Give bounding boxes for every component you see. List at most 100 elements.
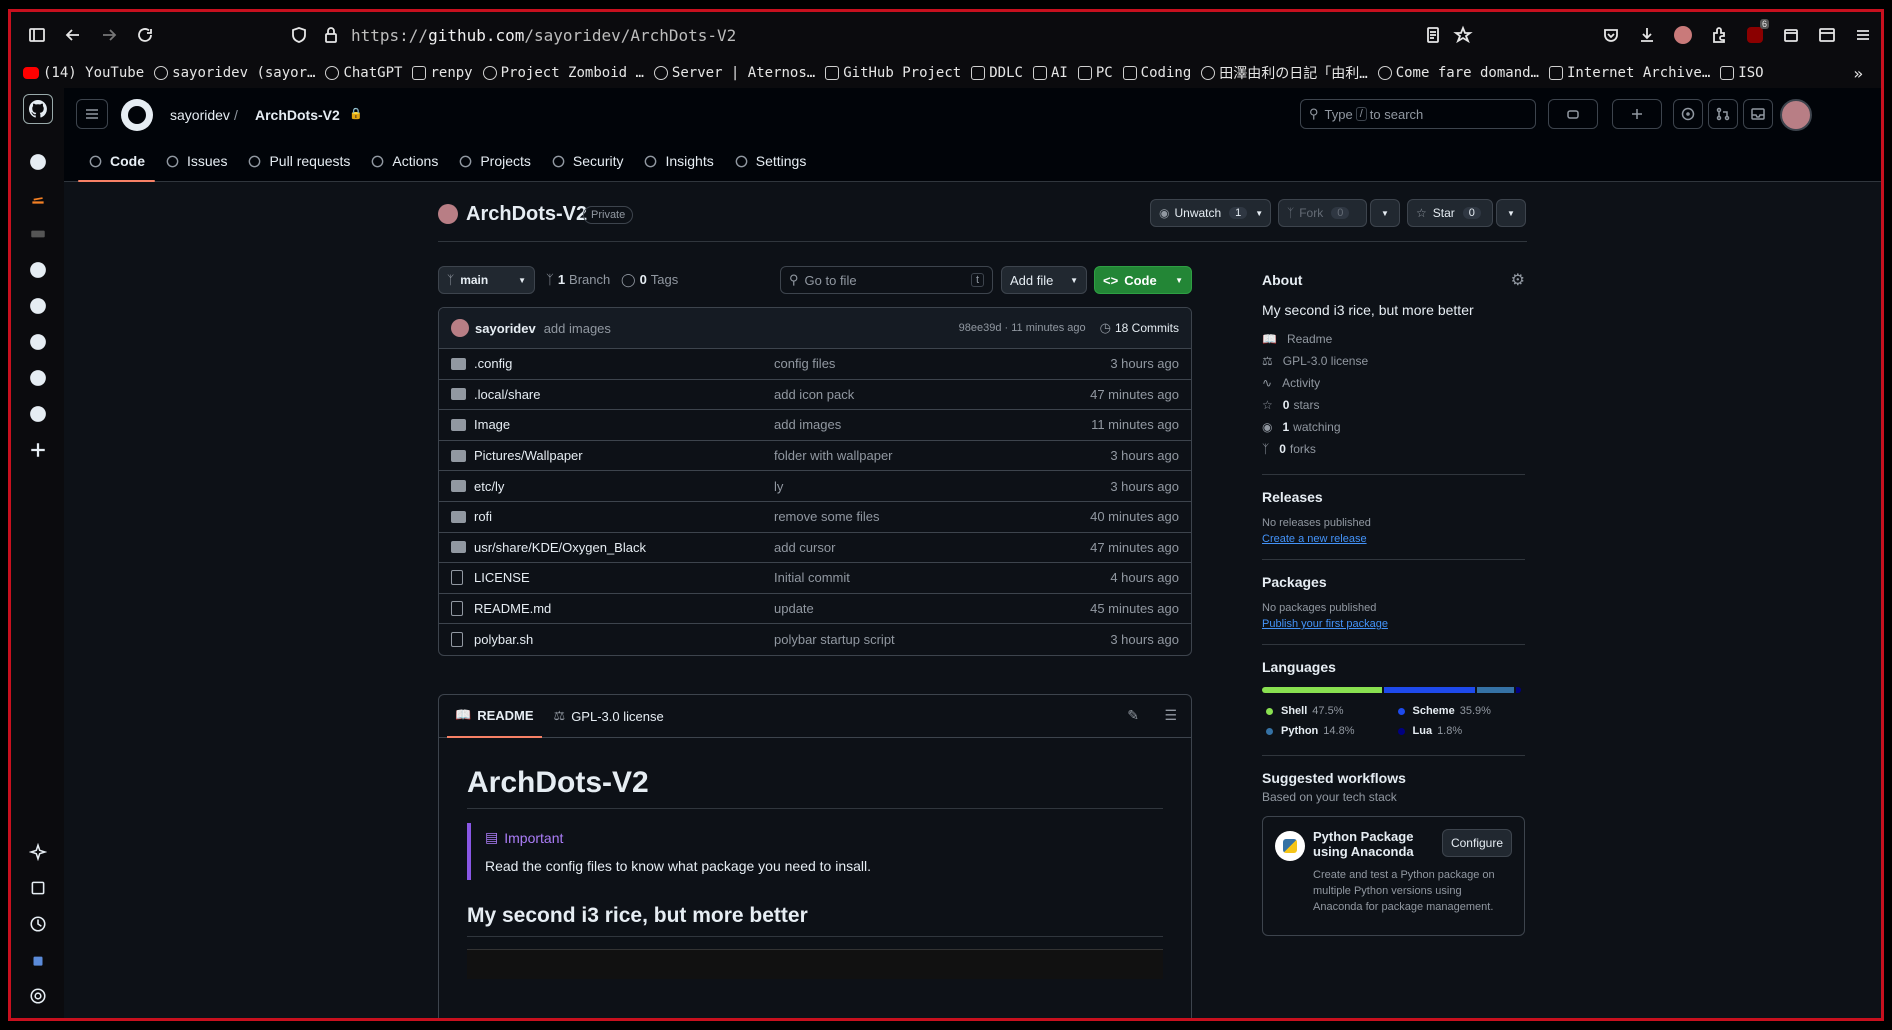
bookmark-item[interactable]: DDLC <box>971 65 1023 81</box>
file-row[interactable]: Image add images 11 minutes ago <box>439 410 1191 441</box>
extensions-icon[interactable] <box>1701 17 1737 53</box>
tab-license[interactable]: ⚖ GPL-3.0 license <box>542 695 676 738</box>
create-new-button[interactable] <box>1612 99 1662 129</box>
bookmark-item[interactable]: sayoridev (sayor… <box>154 65 315 81</box>
file-name-link[interactable]: polybar.sh <box>474 632 774 647</box>
bookmark-item[interactable]: ChatGPT <box>325 65 402 81</box>
sidebar-copilot-icon[interactable] <box>24 400 52 428</box>
file-row[interactable]: etc/ly ly 3 hours ago <box>439 471 1191 502</box>
back-icon[interactable] <box>55 17 91 53</box>
bookmarks-overflow-icon[interactable]: » <box>1853 64 1863 83</box>
fork-button[interactable]: ᛉ Fork 0 <box>1278 199 1367 227</box>
outline-icon[interactable]: ☰ <box>1164 707 1177 724</box>
branch-selector[interactable]: ᛉ main ▼ <box>438 266 535 294</box>
shield-icon[interactable] <box>281 17 317 53</box>
file-row[interactable]: .local/share add icon pack 47 minutes ago <box>439 380 1191 411</box>
sidebar-history-icon[interactable] <box>24 910 52 938</box>
bookmark-item[interactable]: GitHub Project <box>825 65 961 81</box>
file-name-link[interactable]: Pictures/Wallpaper <box>474 448 774 463</box>
sidebar-github-icon[interactable] <box>22 94 53 124</box>
releases-title[interactable]: Releases <box>1262 489 1525 505</box>
tab-settings[interactable]: Settings <box>724 141 817 181</box>
tags-link[interactable]: ◯ 0 Tags <box>621 272 678 288</box>
sidebar-github-6-icon[interactable] <box>24 364 52 392</box>
hamburger-menu-button[interactable] <box>76 99 108 129</box>
edit-icon[interactable]: ✎ <box>1127 707 1139 724</box>
tab-code[interactable]: Code <box>78 141 155 182</box>
tab-readme[interactable]: 📖 README <box>447 695 542 738</box>
file-name-link[interactable]: rofi <box>474 509 774 524</box>
copilot-button[interactable] <box>1548 99 1598 129</box>
file-row[interactable]: usr/share/KDE/Oxygen_Black add cursor 47 m… <box>439 533 1191 564</box>
sidebar-github-5-icon[interactable] <box>24 328 52 356</box>
bookmark-item[interactable]: Come fare domand… <box>1377 65 1539 81</box>
window-icon[interactable] <box>1809 17 1845 53</box>
file-commit-message[interactable]: add cursor <box>774 540 1090 555</box>
readme-link[interactable]: 📖 Readme <box>1262 328 1525 350</box>
tab-insights[interactable]: Insights <box>633 141 723 181</box>
inbox-button[interactable] <box>1743 99 1773 129</box>
commit-hash-time[interactable]: 98ee39d · 11 minutes ago <box>959 322 1086 334</box>
sidebar-github-2-icon[interactable] <box>24 148 52 176</box>
menu-icon[interactable] <box>1845 17 1881 53</box>
go-to-file-input[interactable]: ⚲ Go to file t <box>780 266 993 294</box>
workflow-title[interactable]: Python Package using Anaconda <box>1313 829 1423 859</box>
tab-projects[interactable]: Projects <box>448 141 541 181</box>
tab-pull-requests[interactable]: Pull requests <box>237 141 360 181</box>
language-item[interactable]: Python 14.8% <box>1262 721 1394 741</box>
container-icon[interactable] <box>1773 17 1809 53</box>
tab-security[interactable]: Security <box>541 141 634 181</box>
file-commit-message[interactable]: add images <box>774 417 1091 432</box>
ublock-icon[interactable]: 6 <box>1737 17 1773 53</box>
sidebar-stackoverflow-icon[interactable] <box>24 184 52 212</box>
branches-link[interactable]: ᛉ 1 Branch <box>546 272 610 287</box>
tab-issues[interactable]: Issues <box>155 141 237 181</box>
sidebar-settings-icon[interactable] <box>24 982 52 1010</box>
activity-link[interactable]: ∿ Activity <box>1262 372 1525 394</box>
gear-icon[interactable]: ⚙ <box>1511 270 1525 290</box>
downloads-icon[interactable] <box>1629 17 1665 53</box>
language-item[interactable]: Shell 47.5% <box>1262 701 1394 721</box>
sidebar-toggle-icon[interactable] <box>19 17 55 53</box>
sidebar-m-icon[interactable] <box>24 220 52 248</box>
file-name-link[interactable]: usr/share/KDE/Oxygen_Black <box>474 540 774 555</box>
bookmark-item[interactable]: Coding <box>1122 65 1191 81</box>
bookmark-item[interactable]: Project Zomboid … <box>482 65 644 81</box>
github-logo-icon[interactable] <box>121 99 153 131</box>
watching-link[interactable]: ◉ 1 watching <box>1262 416 1525 438</box>
commit-message[interactable]: add images <box>544 321 611 336</box>
bookmark-item[interactable]: renpy <box>412 65 473 81</box>
pocket-icon[interactable] <box>1593 17 1629 53</box>
file-commit-message[interactable]: config files <box>774 356 1110 371</box>
packages-title[interactable]: Packages <box>1262 574 1525 590</box>
forks-link[interactable]: ᛉ 0 forks <box>1262 438 1525 460</box>
file-row[interactable]: Pictures/Wallpaper folder with wallpaper 3… <box>439 441 1191 472</box>
profile-avatar-icon[interactable] <box>1665 17 1701 53</box>
publish-package-link[interactable]: Publish your first package <box>1262 618 1525 630</box>
unwatch-button[interactable]: ◉ Unwatch 1 ▼ <box>1150 199 1271 227</box>
file-name-link[interactable]: etc/ly <box>474 479 774 494</box>
file-commit-message[interactable]: Initial commit <box>774 570 1110 585</box>
code-button[interactable]: <> Code ▼ <box>1094 266 1192 294</box>
create-release-link[interactable]: Create a new release <box>1262 533 1525 545</box>
fork-dropdown-button[interactable]: ▼ <box>1370 199 1400 227</box>
sidebar-extension-icon[interactable] <box>24 946 52 974</box>
forward-icon[interactable] <box>91 17 127 53</box>
file-name-link[interactable]: .config <box>474 356 774 371</box>
commits-link[interactable]: 18 Commits <box>1115 321 1179 335</box>
url-bar[interactable]: https://github.com/sayoridev/ArchDots-V2 <box>351 18 1561 52</box>
file-name-link[interactable]: LICENSE <box>474 570 774 585</box>
reload-icon[interactable] <box>127 17 163 53</box>
file-commit-message[interactable]: add icon pack <box>774 387 1090 402</box>
file-commit-message[interactable]: polybar startup script <box>774 632 1110 647</box>
sidebar-sparkle-icon[interactable] <box>24 838 52 866</box>
commit-author[interactable]: sayoridev <box>475 321 536 336</box>
file-row[interactable]: rofi remove some files 40 minutes ago <box>439 502 1191 533</box>
repo-title[interactable]: ArchDots-V2 <box>466 203 587 226</box>
search-input[interactable]: ⚲ Type / to search <box>1300 99 1536 129</box>
owner-link[interactable]: sayoridev <box>170 107 230 123</box>
bookmark-item[interactable]: Server | Aternos… <box>653 65 815 81</box>
sidebar-tabs-icon[interactable] <box>24 874 52 902</box>
lock-icon[interactable] <box>313 17 349 53</box>
bookmark-item[interactable]: Internet Archive… <box>1548 65 1710 81</box>
